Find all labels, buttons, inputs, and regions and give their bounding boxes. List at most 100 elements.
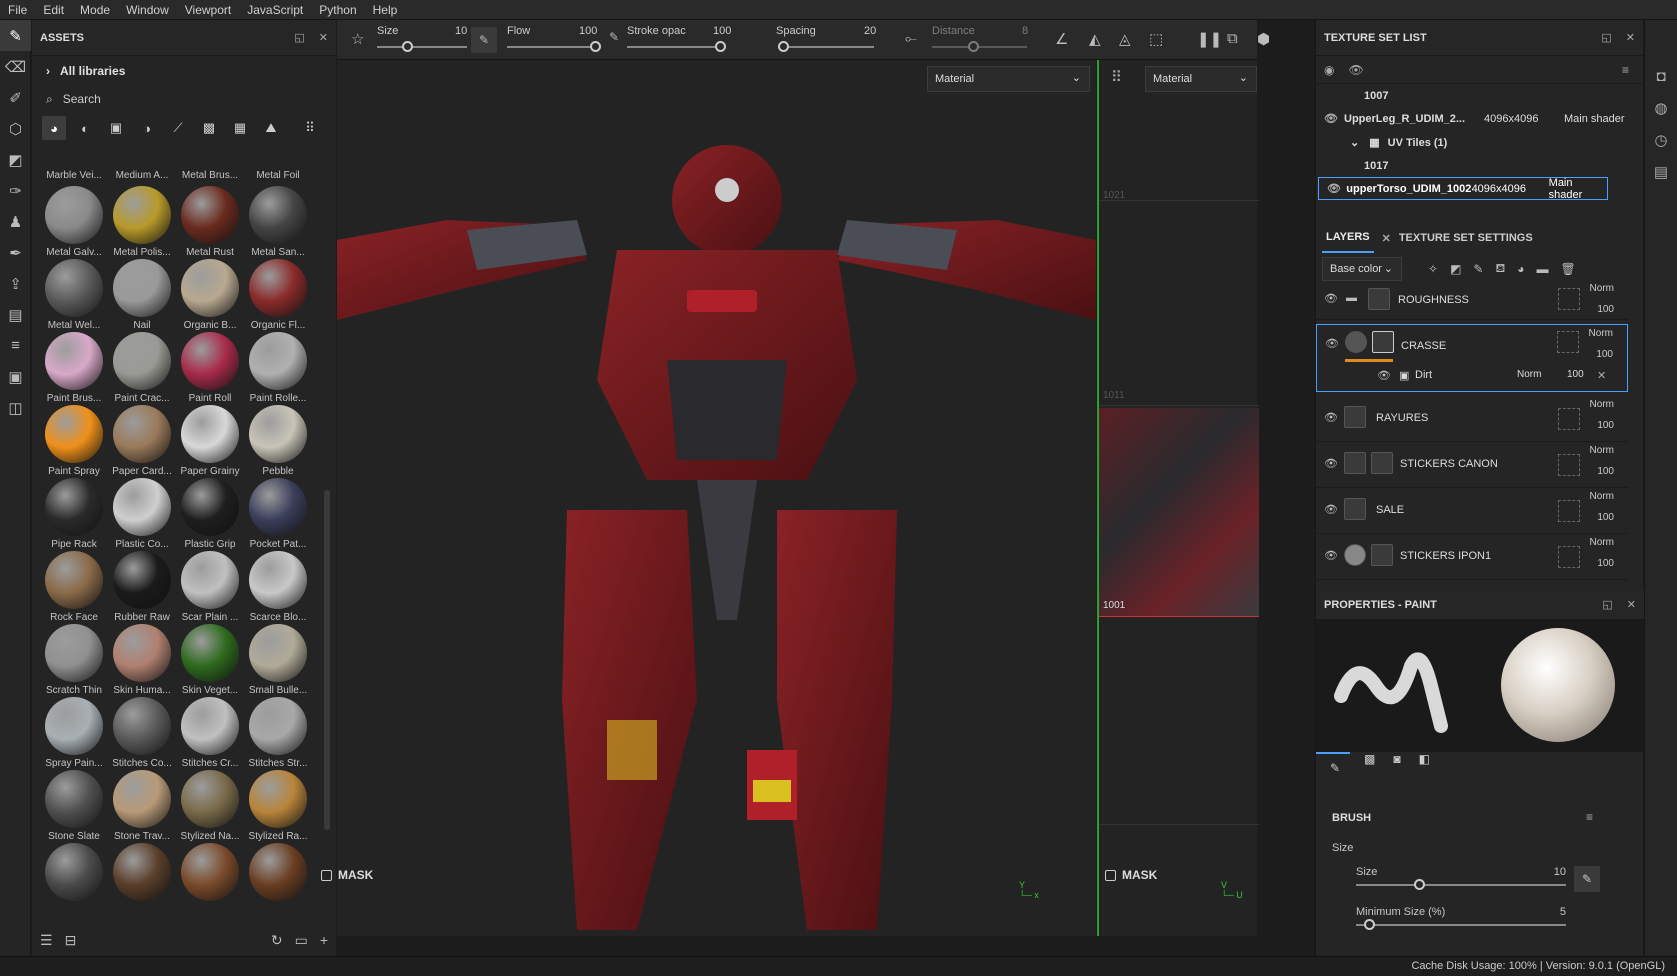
lazy-mouse-icon[interactable]: ⟜ xyxy=(905,30,917,47)
material-filter-icon[interactable]: ◕ xyxy=(42,116,66,140)
sort-icon[interactable]: ☰ xyxy=(40,932,53,949)
effect-opacity[interactable]: 100 xyxy=(1567,369,1584,380)
asset-item[interactable]: Skin Huma... xyxy=(108,624,176,696)
float-icon[interactable]: ◱ xyxy=(1601,31,1611,44)
close-icon[interactable]: ✕ xyxy=(1597,369,1606,382)
texture-set-shader[interactable]: Main shader xyxy=(1564,113,1625,125)
eye-icon[interactable]: 👁 xyxy=(1324,457,1338,470)
close-icon[interactable]: ✕ xyxy=(1626,31,1635,44)
smart-mask-filter-icon[interactable]: ◑ xyxy=(135,116,159,140)
layer-crasse[interactable]: 👁 CRASSE Norm 100 👁 ▣ Dirt Norm 100 ✕ xyxy=(1316,324,1628,392)
split-view-icon[interactable]: ⧉ xyxy=(1227,30,1238,47)
uv-tiles-group[interactable]: ⌄ ▦ UV Tiles (1) xyxy=(1342,131,1447,154)
asset-item[interactable]: Organic Fl... xyxy=(244,259,312,331)
delete-layer-icon[interactable]: 🗑 xyxy=(1561,262,1576,276)
asset-item[interactable]: Organic B... xyxy=(176,259,244,331)
eraser-icon[interactable]: ⌫ xyxy=(0,51,31,82)
select-icon[interactable]: ⬚ xyxy=(1149,30,1163,48)
layer-opacity[interactable]: 100 xyxy=(1597,466,1614,477)
texture-set-upperleg[interactable]: 👁 UpperLeg_R_UDIM_2... 4096x4096 Main sh… xyxy=(1316,107,1626,130)
asset-item[interactable]: Plastic Grip xyxy=(176,478,244,550)
filter-list-icon[interactable]: ⊟ xyxy=(65,932,77,949)
asset-item[interactable] xyxy=(108,843,176,904)
folder-icon[interactable]: ▭ xyxy=(295,932,308,949)
layer-stickers-ipon1[interactable]: 👁 STICKERS IPON1 Norm 100 xyxy=(1316,534,1628,580)
asset-item[interactable]: Pebble xyxy=(244,405,312,477)
history-icon[interactable]: ◷ xyxy=(1645,124,1677,156)
asset-item[interactable]: Stitches Co... xyxy=(108,697,176,769)
smudge-icon[interactable]: ✑ xyxy=(0,175,31,206)
bake-icon[interactable]: ▤ xyxy=(0,299,31,330)
asset-item[interactable]: Metal Polis... xyxy=(108,186,176,258)
angle-icon[interactable]: ∠ xyxy=(1055,30,1068,48)
projection-icon[interactable]: ✐ xyxy=(0,82,31,113)
layer-opacity[interactable]: 100 xyxy=(1596,349,1613,360)
uv-grid-icon[interactable]: ⠿ xyxy=(1111,68,1122,86)
eye-icon[interactable]: 👁 xyxy=(1324,503,1338,516)
layer-roughness[interactable]: 👁 ▬ ROUGHNESS Norm 100 xyxy=(1316,283,1628,320)
asset-item[interactable]: Small Bulle... xyxy=(244,624,312,696)
picker-icon[interactable]: ✒ xyxy=(0,237,31,268)
layer-opacity[interactable]: 100 xyxy=(1597,420,1614,431)
cube-view-icon[interactable]: ⬢ xyxy=(1257,30,1270,48)
asset-item[interactable]: Pocket Pat... xyxy=(244,478,312,550)
log-icon[interactable]: ▤ xyxy=(1645,156,1677,188)
menu-window[interactable]: Window xyxy=(118,3,177,17)
geometry-fill-icon[interactable]: ⬡ xyxy=(0,113,31,144)
layer-opacity[interactable]: 100 xyxy=(1597,558,1614,569)
menu-mode[interactable]: Mode xyxy=(72,3,118,17)
close-icon[interactable]: ✕ xyxy=(319,31,328,44)
eye-icon[interactable]: 👁 xyxy=(1327,182,1346,195)
blend-mode[interactable]: Norm xyxy=(1590,537,1614,548)
close-icon[interactable]: ✕ xyxy=(1382,232,1391,245)
blend-mode[interactable]: Norm xyxy=(1590,445,1614,456)
tool-settings-icon[interactable]: ☆ xyxy=(351,30,364,48)
texture-set-uppertorso[interactable]: 👁 upperTorso_UDIM_1002 4096x4096 Main sh… xyxy=(1318,177,1608,201)
eye-icon[interactable]: 👁 xyxy=(1324,292,1338,305)
asset-item[interactable]: Stone Trav... xyxy=(108,770,176,842)
layer-rayures[interactable]: 👁 RAYURES Norm 100 xyxy=(1316,396,1628,442)
float-icon[interactable]: ◱ xyxy=(294,31,304,44)
stencil-tab-icon[interactable]: ◙ xyxy=(1393,752,1400,766)
stroke-opacity-slider[interactable]: Stroke opac 100 xyxy=(627,20,731,60)
mask-toggle-3d[interactable]: MASK xyxy=(321,868,373,882)
asset-item[interactable]: Stone Slate xyxy=(40,770,108,842)
menu-python[interactable]: Python xyxy=(311,3,364,17)
symmetry-off-icon[interactable]: ◬ xyxy=(1119,30,1131,48)
eye-icon[interactable]: 👁 xyxy=(1325,337,1339,350)
symmetry-icon[interactable]: ◭ xyxy=(1089,30,1101,48)
brush-menu-icon[interactable]: ≡ xyxy=(1586,810,1593,824)
asset-item[interactable]: Paint Roll xyxy=(176,332,244,404)
flow-slider[interactable]: Flow 100 xyxy=(507,20,601,60)
grid-view-icon[interactable]: ⠿ xyxy=(298,116,322,140)
asset-item[interactable] xyxy=(176,843,244,904)
blend-mode[interactable]: Norm xyxy=(1589,328,1613,339)
asset-item[interactable]: Spray Pain... xyxy=(40,697,108,769)
asset-item[interactable]: Metal San... xyxy=(244,186,312,258)
search-input[interactable]: ⌕ Search xyxy=(32,86,336,112)
camera-settings-icon[interactable]: ◘ xyxy=(1645,60,1677,92)
tab-layers[interactable]: LAYERS xyxy=(1322,223,1374,253)
display-icon[interactable]: ▣ xyxy=(0,361,31,392)
alpha-tab-icon[interactable]: ▩ xyxy=(1364,752,1375,766)
asset-item[interactable]: Stitches Cr... xyxy=(176,697,244,769)
asset-scrollbar[interactable] xyxy=(324,490,330,830)
asset-item[interactable] xyxy=(40,843,108,904)
add-paint-layer-icon[interactable]: ✎ xyxy=(1473,262,1483,276)
asset-item[interactable]: Stitches Str... xyxy=(244,697,312,769)
asset-item[interactable]: Scarce Blo... xyxy=(244,551,312,623)
asset-item[interactable]: Rubber Raw xyxy=(108,551,176,623)
paint-brush-icon[interactable]: ✎ xyxy=(0,20,31,51)
asset-item[interactable]: Scar Plain ... xyxy=(176,551,244,623)
texture-filter-icon[interactable]: ▩ xyxy=(197,116,221,140)
layer-opacity[interactable]: 100 xyxy=(1597,304,1614,315)
material-mode-select-2d[interactable]: Material ⌄ xyxy=(1145,66,1257,92)
spacing-slider[interactable]: Spacing 20 xyxy=(776,20,878,60)
asset-item[interactable]: Paper Card... xyxy=(108,405,176,477)
menu-viewport[interactable]: Viewport xyxy=(177,3,239,17)
clone-icon[interactable]: ♟ xyxy=(0,206,31,237)
asset-item[interactable]: Plastic Co... xyxy=(108,478,176,550)
add-icon[interactable]: + xyxy=(320,932,328,948)
mask-toggle-2d[interactable]: MASK xyxy=(1105,868,1157,882)
eye-icon[interactable]: 👁 xyxy=(1324,549,1338,562)
